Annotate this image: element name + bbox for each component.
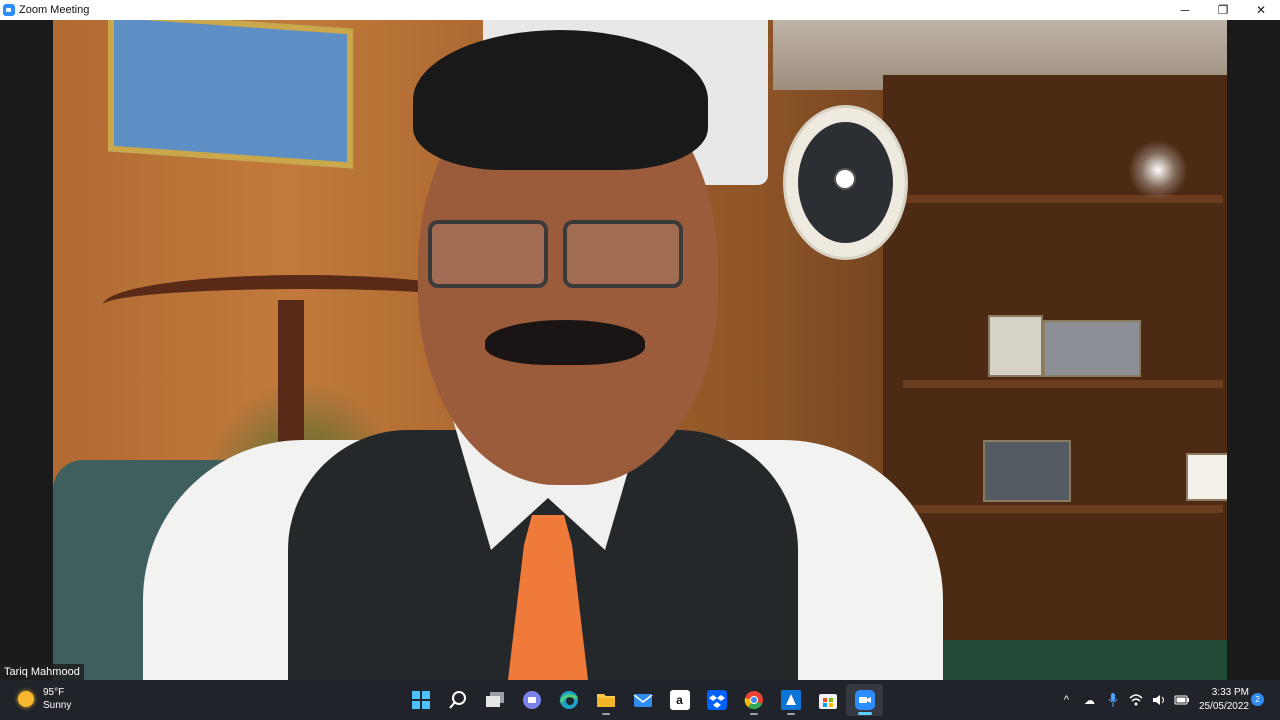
video-shelf-certificate: [988, 315, 1043, 377]
chrome-icon: [744, 691, 763, 710]
store-icon: [818, 694, 837, 709]
chrome-button[interactable]: [735, 684, 772, 716]
show-hidden-icons-button[interactable]: ^: [1055, 688, 1078, 712]
video-green-sofa: [943, 640, 1227, 680]
windows-logo-icon: [411, 691, 430, 709]
chat-button[interactable]: [513, 684, 550, 716]
weather-condition: Sunny: [43, 700, 72, 711]
clock-time: 3:33 PM: [1211, 687, 1249, 698]
start-button[interactable]: [402, 684, 439, 716]
close-button[interactable]: ✕: [1242, 0, 1280, 20]
mail-icon: [633, 694, 652, 707]
window-title-bar: Zoom Meeting ─ ❐ ✕: [0, 0, 1280, 20]
edge-icon: [559, 691, 578, 709]
video-wall-fan: [783, 105, 908, 260]
amazon-icon: a: [669, 690, 690, 710]
folder-icon: [596, 694, 615, 707]
window-controls: ─ ❐ ✕: [1166, 0, 1280, 20]
teams-chat-icon: [522, 691, 541, 709]
taskbar-apps: a: [402, 684, 883, 716]
microphone-icon: [1108, 693, 1117, 707]
video-light-glare: [1128, 140, 1188, 200]
participant-video[interactable]: [53, 20, 1227, 680]
zoom-button[interactable]: [846, 684, 883, 716]
azure-icon: [780, 690, 801, 710]
wifi-icon: [1128, 694, 1143, 706]
battery-icon: [1174, 695, 1189, 705]
task-view-button[interactable]: [476, 684, 513, 716]
taskbar-clock[interactable]: 3:33 PM 25/05/2022: [1193, 686, 1249, 714]
video-person-mustache: [485, 320, 645, 365]
video-fan-hub: [833, 167, 856, 190]
volume-icon: [1152, 695, 1164, 705]
notification-badge[interactable]: 2: [1251, 693, 1264, 706]
video-person-hair: [413, 30, 708, 170]
video-stage[interactable]: Tariq Mahmood: [0, 20, 1280, 680]
onedrive-cloud-icon[interactable]: ☁: [1078, 688, 1101, 712]
restore-button[interactable]: ❐: [1204, 0, 1242, 20]
mail-button[interactable]: [624, 684, 661, 716]
volume-icon[interactable]: [1147, 688, 1170, 712]
window-title: Zoom Meeting: [19, 4, 90, 16]
system-tray: ^ ☁: [1055, 688, 1193, 712]
wifi-icon[interactable]: [1124, 688, 1147, 712]
store-button[interactable]: [809, 684, 846, 716]
taskbar: 95°F Sunny a ^ ☁ 3:33 PM 25/05/2022 2: [0, 680, 1280, 720]
video-shelf-photo: [1043, 320, 1141, 377]
participant-name-label: Tariq Mahmood: [0, 664, 84, 680]
azure-button[interactable]: [772, 684, 809, 716]
sun-icon: [18, 691, 34, 707]
weather-temperature: 95°F: [43, 687, 65, 698]
search-icon: [448, 691, 466, 709]
minimize-button[interactable]: ─: [1166, 0, 1204, 20]
video-wall-frame: [108, 20, 353, 169]
microphone-icon[interactable]: [1101, 688, 1124, 712]
dropbox-icon: [706, 690, 727, 710]
video-shelf-photo: [983, 440, 1071, 502]
video-shelf: [903, 505, 1223, 513]
video-shelf-plaque: [1186, 453, 1227, 501]
edge-button[interactable]: [550, 684, 587, 716]
zoom-app-icon: [3, 4, 15, 16]
video-glasses-lens: [563, 220, 683, 288]
amazon-button[interactable]: a: [661, 684, 698, 716]
task-view-icon: [485, 692, 504, 707]
video-person-glasses: [428, 220, 688, 290]
video-shelf: [903, 195, 1223, 203]
zoom-icon: [854, 690, 875, 710]
battery-icon[interactable]: [1170, 688, 1193, 712]
file-explorer-button[interactable]: [587, 684, 624, 716]
weather-widget[interactable]: 95°F Sunny: [18, 686, 71, 712]
dropbox-button[interactable]: [698, 684, 735, 716]
search-button[interactable]: [439, 684, 476, 716]
video-glasses-lens: [428, 220, 548, 288]
weather-text: 95°F Sunny: [43, 686, 71, 712]
clock-date: 25/05/2022: [1198, 701, 1249, 712]
video-shelf: [903, 380, 1223, 388]
